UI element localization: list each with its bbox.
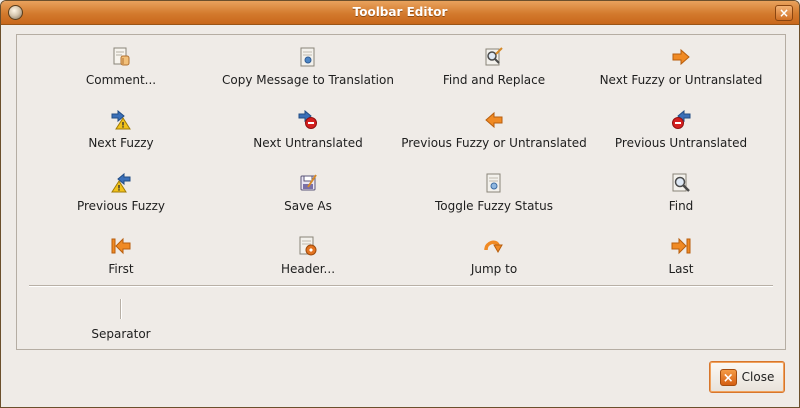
tool-first[interactable]: First xyxy=(21,236,221,276)
tool-label: Header... xyxy=(280,262,336,276)
tool-previous-fuzzy-or-untranslated[interactable]: Previous Fuzzy or Untranslated xyxy=(394,110,594,150)
tool-toggle-fuzzy[interactable]: Toggle Fuzzy Status xyxy=(394,173,594,213)
tool-previous-fuzzy[interactable]: Previous Fuzzy xyxy=(21,173,221,213)
tool-label: Next Untranslated xyxy=(253,136,363,150)
last-icon xyxy=(671,236,691,256)
close-button-label: Close xyxy=(741,370,775,384)
close-icon: × xyxy=(719,368,737,386)
tool-label: Find xyxy=(668,199,694,213)
tool-last[interactable]: Last xyxy=(581,236,781,276)
tool-label: Next Fuzzy xyxy=(88,136,154,150)
close-button[interactable]: × Close xyxy=(709,361,785,393)
title-bar[interactable]: Toolbar Editor × xyxy=(1,1,799,25)
next-fuzzy-icon xyxy=(111,110,131,130)
tool-jump-to[interactable]: Jump to xyxy=(394,236,594,276)
tool-save-as[interactable]: Save As xyxy=(208,173,408,213)
next-untranslated-icon xyxy=(298,110,318,130)
tool-label: First xyxy=(108,262,134,276)
tool-label: Copy Message to Translation xyxy=(222,73,394,87)
tool-find-replace[interactable]: Find and Replace xyxy=(394,47,594,87)
arrow-left-icon xyxy=(484,110,504,130)
save-as-icon xyxy=(298,173,318,193)
find-icon xyxy=(671,173,691,193)
previous-untranslated-icon xyxy=(671,110,691,130)
tool-label: Find and Replace xyxy=(442,73,546,87)
tool-label: Toggle Fuzzy Status xyxy=(434,199,553,213)
separator-icon xyxy=(120,299,122,319)
tool-copy-message[interactable]: Copy Message to Translation xyxy=(208,47,408,87)
header-icon xyxy=(298,236,318,256)
tool-label: Last xyxy=(668,262,694,276)
previous-fuzzy-icon xyxy=(111,173,131,193)
tool-label: Previous Untranslated xyxy=(614,136,748,150)
find-replace-icon xyxy=(484,47,504,67)
tool-next-untranslated[interactable]: Next Untranslated xyxy=(208,110,408,150)
toggle-fuzzy-icon xyxy=(484,173,504,193)
tool-label: Separator xyxy=(91,327,151,341)
tool-separator[interactable]: Separator xyxy=(21,299,221,341)
tool-label: Previous Fuzzy or Untranslated xyxy=(401,136,587,150)
window-title: Toolbar Editor xyxy=(352,5,448,19)
tool-header[interactable]: Header... xyxy=(208,236,408,276)
tool-previous-untranslated[interactable]: Previous Untranslated xyxy=(581,110,781,150)
tool-comment[interactable]: Comment... xyxy=(21,47,221,87)
tool-label: Jump to xyxy=(470,262,518,276)
first-icon xyxy=(111,236,131,256)
jump-to-icon xyxy=(484,236,504,256)
tool-label: Comment... xyxy=(85,73,157,87)
toolbar-editor-window: Toolbar Editor × Comment... Copy Message… xyxy=(0,0,800,408)
items-divider xyxy=(29,285,773,287)
copy-message-icon xyxy=(298,47,318,67)
tool-next-fuzzy[interactable]: Next Fuzzy xyxy=(21,110,221,150)
tool-label: Save As xyxy=(284,199,332,213)
arrow-right-icon xyxy=(671,47,691,67)
tool-find[interactable]: Find xyxy=(581,173,781,213)
comment-icon xyxy=(111,47,131,67)
tool-label: Previous Fuzzy xyxy=(76,199,166,213)
tool-label: Next Fuzzy or Untranslated xyxy=(599,73,763,87)
window-close-button[interactable]: × xyxy=(775,5,793,21)
tool-next-fuzzy-or-untranslated[interactable]: Next Fuzzy or Untranslated xyxy=(581,47,781,87)
